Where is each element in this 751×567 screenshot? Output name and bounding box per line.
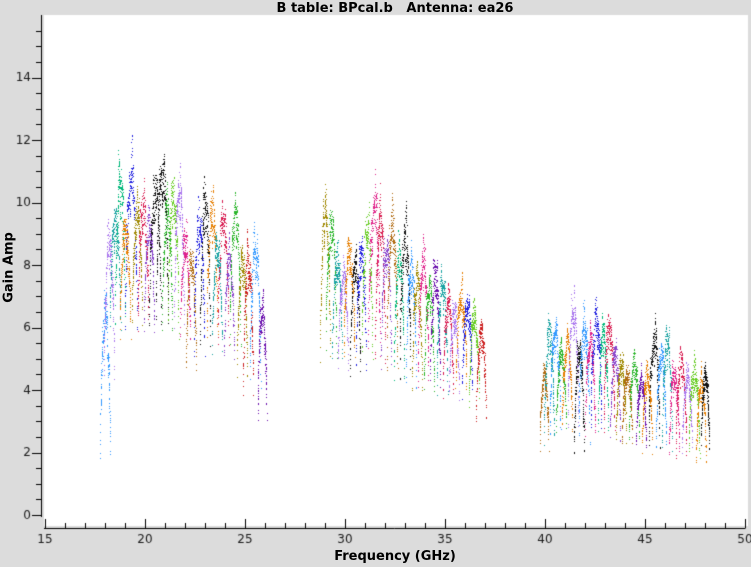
plot-canvas[interactable] (0, 0, 751, 567)
plot-title: B table: BPcal.b Antenna: ea26 (45, 1, 745, 16)
y-axis-label: Gain Amp (2, 223, 17, 313)
plot-window: B table: BPcal.b Antenna: ea26 Gain Amp … (0, 0, 751, 567)
x-axis-label: Frequency (GHz) (45, 549, 745, 564)
